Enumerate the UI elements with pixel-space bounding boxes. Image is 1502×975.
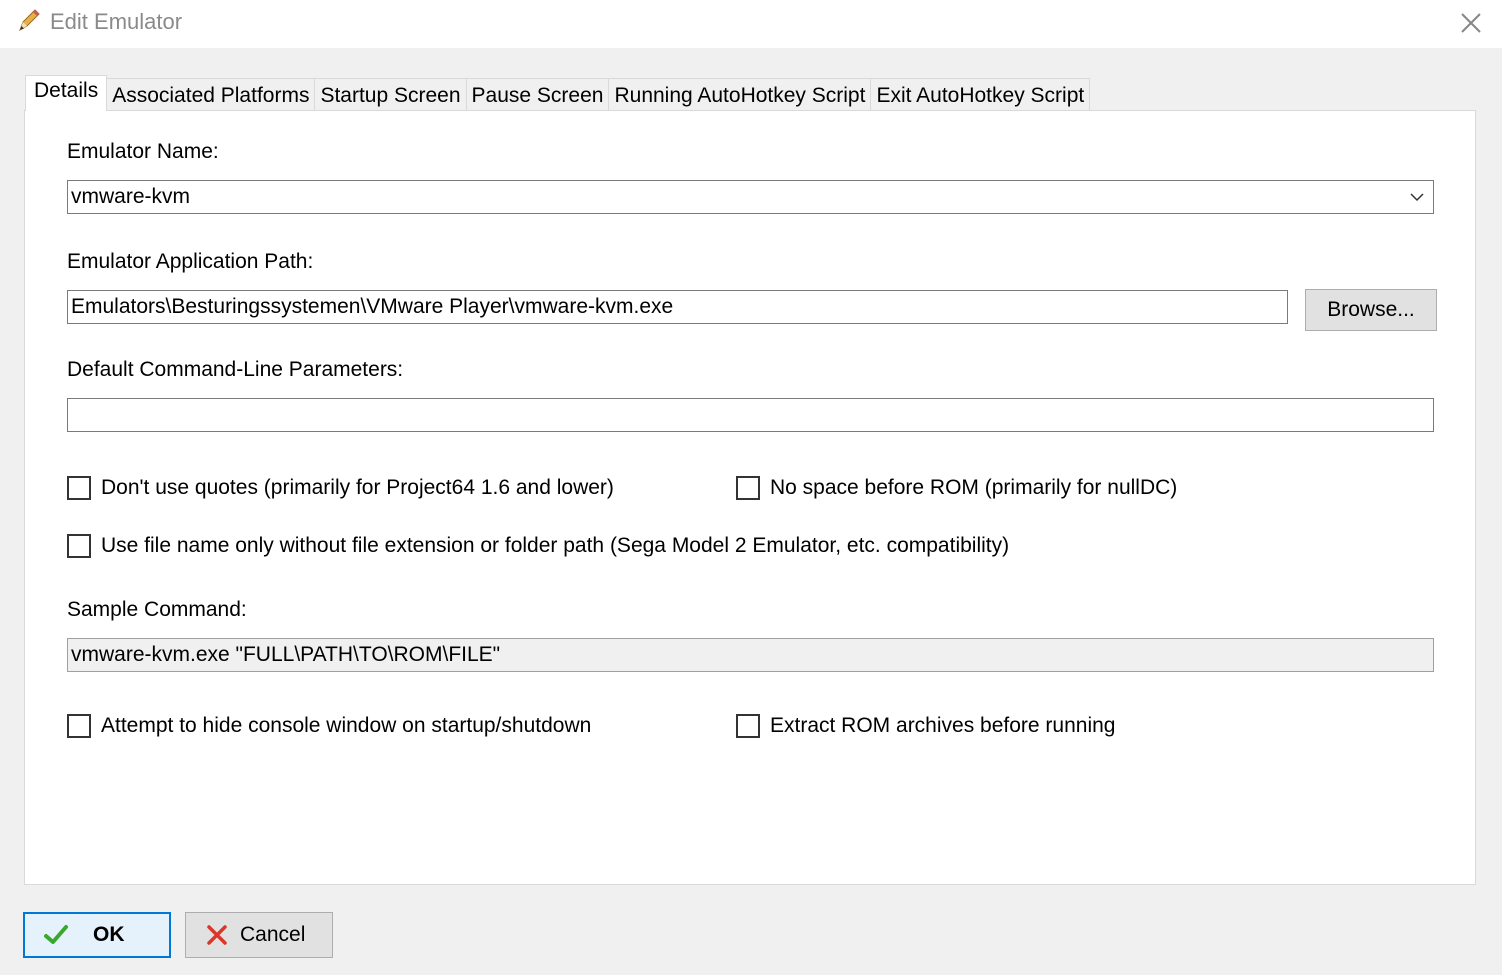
hide-console-option[interactable]: Attempt to hide console window on startu… [67,714,591,738]
extract-rom-option[interactable]: Extract ROM archives before running [736,714,1115,738]
no-quotes-label: Don't use quotes (primarily for Project6… [101,476,614,499]
ok-label: OK [93,923,125,946]
ok-button[interactable]: OK [23,912,171,958]
tab-startup-screen[interactable]: Startup Screen [314,78,467,111]
no-quotes-checkbox[interactable] [67,476,91,500]
hide-console-label: Attempt to hide console window on startu… [101,714,592,737]
cancel-button[interactable]: Cancel [185,912,333,958]
no-space-label: No space before ROM (primarily for nullD… [770,476,1178,499]
tab-details[interactable]: Details [25,75,108,111]
x-icon [207,925,227,945]
extract-rom-label: Extract ROM archives before running [770,714,1116,737]
no-quotes-option[interactable]: Don't use quotes (primarily for Project6… [67,476,614,500]
params-label: Default Command-Line Parameters: [67,358,404,381]
checkmark-icon [44,925,68,944]
tab-exit-autohotkey-script[interactable]: Exit AutoHotkey Script [870,78,1091,111]
file-name-only-option[interactable]: Use file name only without file extensio… [67,534,1009,558]
tab-associated-platforms[interactable]: Associated Platforms [106,78,316,111]
emulator-name-value: vmware-kvm [71,185,190,208]
sample-command-label: Sample Command: [67,598,247,621]
sample-command-field: vmware-kvm.exe "FULL\PATH\TO\ROM\FILE" [67,638,1434,672]
pencil-icon [19,9,40,32]
chevron-down-icon[interactable] [1409,190,1425,204]
window-title: Edit Emulator [50,9,183,34]
app-path-label: Emulator Application Path: [67,250,314,273]
emulator-name-combobox[interactable]: vmware-kvm [67,180,1434,214]
no-space-option[interactable]: No space before ROM (primarily for nullD… [736,476,1177,500]
app-path-input[interactable]: Emulators\Besturingssystemen\VMware Play… [67,290,1288,324]
title-bar: Edit Emulator [0,0,1502,48]
file-name-only-checkbox[interactable] [67,534,91,558]
file-name-only-label: Use file name only without file extensio… [101,534,1010,557]
close-icon[interactable] [1454,6,1488,40]
no-space-checkbox[interactable] [736,476,760,500]
browse-button[interactable]: Browse... [1305,289,1437,331]
cancel-label: Cancel [240,923,306,946]
tab-running-autohotkey-script[interactable]: Running AutoHotkey Script [608,78,872,111]
tab-pause-screen[interactable]: Pause Screen [465,78,610,111]
params-input[interactable] [67,398,1434,432]
emulator-name-label: Emulator Name: [67,140,219,163]
tab-strip: Details Associated Platforms Startup Scr… [25,75,1091,111]
hide-console-checkbox[interactable] [67,714,91,738]
extract-rom-checkbox[interactable] [736,714,760,738]
